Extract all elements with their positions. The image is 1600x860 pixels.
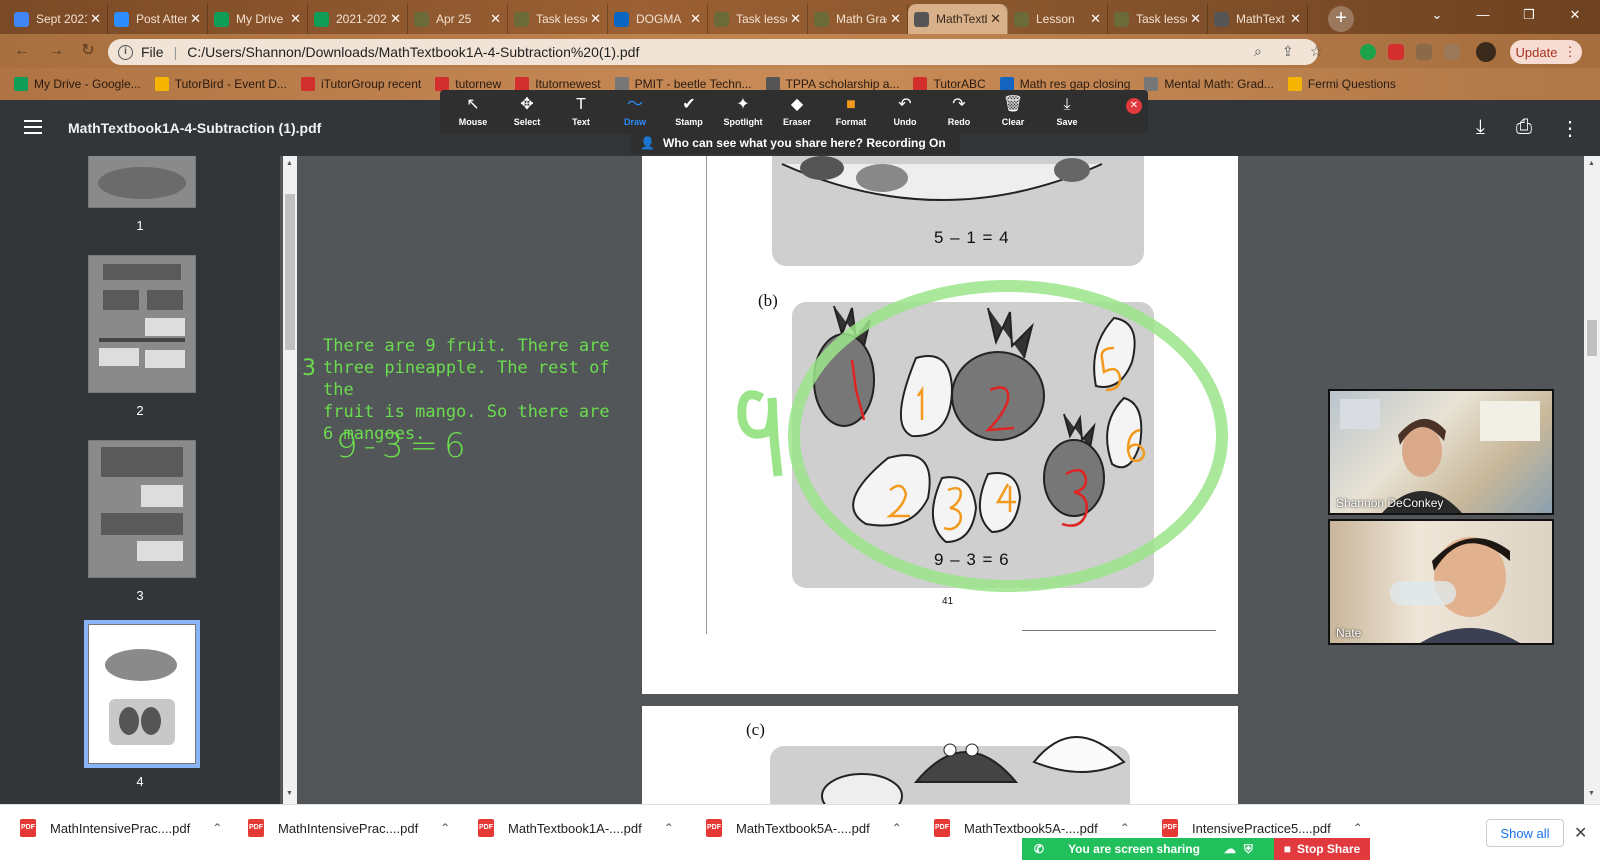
pdf-file-icon: PDF (20, 819, 36, 837)
margin-number-mark: 3 (302, 356, 316, 381)
tool-label: Stamp (675, 117, 703, 127)
tool-label: Undo (893, 117, 917, 127)
undo-icon: ↶ (898, 96, 912, 113)
scroll-up-arrow[interactable]: ▲ (1588, 160, 1595, 167)
stop-icon: ■ (1283, 842, 1291, 856)
screen-sharing-banner: ✆ You are screen sharing ☁ ⛨ ■ Stop Shar… (1022, 838, 1370, 860)
chevron-up-icon[interactable]: ⌃ (664, 821, 674, 835)
download-item[interactable]: PDF MathIntensivePrac....pdf ⌃ (20, 819, 222, 837)
download-filename: IntensivePractice5....pdf (1192, 820, 1331, 836)
share-notice-text: Who can see what you share here? Recordi… (662, 136, 946, 150)
download-item[interactable]: PDF MathIntensivePrac....pdf ⌃ (248, 819, 450, 837)
handwritten-equation: 9-3=6 (336, 426, 472, 466)
note-line: three pineapple. The rest of the (323, 358, 610, 400)
tool-label: Spotlight (723, 117, 763, 127)
tool-label: Save (1056, 117, 1078, 127)
download-filename: MathIntensivePrac....pdf (50, 820, 191, 836)
phone-icon: ✆ (1034, 842, 1045, 856)
scrollbar-thumb[interactable] (1587, 320, 1597, 356)
chevron-up-icon[interactable]: ⌃ (212, 821, 222, 835)
tool-format[interactable]: ■ Format (824, 90, 878, 134)
download-item[interactable]: PDF MathTextbook5A-....pdf ⌃ (934, 819, 1130, 837)
red-pineapple-numbers (850, 359, 1088, 527)
tool-stamp[interactable]: ✔ Stamp (662, 90, 716, 134)
tool-text[interactable]: T Text (554, 90, 608, 134)
tool-eraser[interactable]: ◆ Eraser (770, 90, 824, 134)
video-tile-student[interactable]: Nate (1328, 519, 1554, 645)
chevron-up-icon[interactable]: ⌃ (440, 821, 450, 835)
note-line: There are 9 fruit. There are (323, 336, 610, 356)
chevron-up-icon[interactable]: ⌃ (1353, 821, 1363, 835)
scroll-down-arrow[interactable]: ▼ (1588, 790, 1595, 797)
select-icon: ✥ (520, 96, 534, 113)
mouse-icon: ↖ (466, 96, 480, 113)
redo-icon: ↷ (952, 96, 966, 113)
tool-mouse[interactable]: ↖ Mouse (446, 90, 500, 134)
tool-draw[interactable]: 〜 Draw (608, 90, 662, 134)
participant-video (1340, 399, 1540, 513)
download-item[interactable]: PDF IntensivePractice5....pdf ⌃ (1162, 819, 1363, 837)
participant-name: Nate (1336, 626, 1362, 640)
clear-icon: 🗑 (1002, 96, 1024, 113)
save-icon: ⤓ (1063, 96, 1071, 113)
draw-icon: 〜 (626, 96, 643, 113)
shield-icon: ⛨ (1243, 841, 1253, 856)
spotlight-icon: ✦ (736, 96, 750, 113)
note-line: fruit is mango. So there are (323, 402, 610, 422)
pdf-file-icon: PDF (706, 819, 722, 837)
cloud-icon: ☁ (1223, 842, 1236, 856)
participant-name: Shannon DeConkey (1336, 496, 1444, 510)
download-filename: MathTextbook5A-....pdf (964, 820, 1098, 836)
tool-label: Draw (623, 117, 646, 127)
orange-mango-numbers (886, 346, 1146, 531)
tool-label: Select (513, 117, 541, 127)
main-scrollbar[interactable]: ▲ ▼ (1584, 156, 1600, 804)
tool-clear[interactable]: 🗑 Clear (986, 90, 1040, 134)
sharing-message: ✆ You are screen sharing ☁ ⛨ (1022, 838, 1274, 860)
stop-share-label: Stop Share (1296, 842, 1361, 856)
video-tile-teacher[interactable]: Shannon DeConkey (1328, 389, 1554, 515)
tool-label: Mouse (458, 117, 488, 127)
chevron-up-icon[interactable]: ⌃ (1120, 821, 1130, 835)
tool-undo[interactable]: ↶ Undo (878, 90, 932, 134)
tool-label: Eraser (782, 117, 812, 127)
download-filename: MathTextbook1A-....pdf (508, 820, 642, 836)
chevron-up-icon[interactable]: ⌃ (892, 821, 902, 835)
download-item[interactable]: PDF MathTextbook1A-....pdf ⌃ (478, 819, 674, 837)
text-icon: T (576, 96, 586, 113)
tool-label: Clear (1001, 117, 1025, 127)
tool-select[interactable]: ✥ Select (500, 90, 554, 134)
close-toolbar-icon[interactable]: ✕ (1126, 98, 1142, 114)
download-item[interactable]: PDF MathTextbook5A-....pdf ⌃ (706, 819, 902, 837)
close-icon[interactable]: ✕ (1574, 823, 1587, 843)
tool-label: Redo (947, 117, 971, 127)
tool-save[interactable]: ⤓ Save (1040, 90, 1094, 134)
download-filename: MathIntensivePrac....pdf (278, 820, 419, 836)
tool-spotlight[interactable]: ✦ Spotlight (716, 90, 770, 134)
big-nine-mark (737, 390, 783, 477)
person-icon: 👤 (640, 136, 655, 150)
format-icon: ■ (846, 96, 856, 113)
download-filename: MathTextbook5A-....pdf (736, 820, 870, 836)
show-all-button[interactable]: Show all (1486, 819, 1564, 847)
circle-annotation (788, 280, 1228, 592)
tool-label: Text (572, 117, 590, 127)
pdf-file-icon: PDF (1162, 819, 1178, 837)
eraser-icon: ◆ (790, 96, 804, 113)
annotation-toolbar: ↖ Mouse ✥ Select T Text 〜 Draw ✔ Stamp ✦ Spotlight ◆… (440, 90, 1148, 134)
share-notice[interactable]: 👤 Who can see what you share here? Recor… (630, 132, 960, 154)
pdf-file-icon: PDF (934, 819, 950, 837)
pdf-file-icon: PDF (248, 819, 264, 837)
tool-label: Format (835, 117, 867, 127)
sharing-text: You are screen sharing (1068, 842, 1200, 856)
tool-redo[interactable]: ↷ Redo (932, 90, 986, 134)
stop-share-button[interactable]: ■ Stop Share (1274, 838, 1370, 860)
participant-video (1390, 537, 1520, 643)
pdf-file-icon: PDF (478, 819, 494, 837)
stamp-icon: ✔ (682, 96, 696, 113)
